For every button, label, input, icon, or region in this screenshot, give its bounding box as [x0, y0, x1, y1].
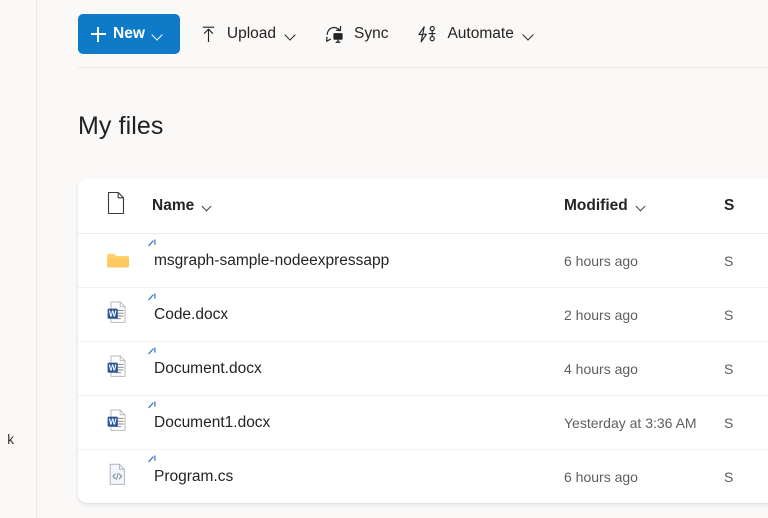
folder-icon	[106, 251, 130, 270]
file-link[interactable]: Document.docx	[148, 346, 262, 378]
file-name-text: Code.docx	[154, 305, 229, 323]
new-button-label: New	[113, 25, 145, 42]
word-document-icon: W	[106, 354, 129, 384]
file-name-text: msgraph-sample-nodeexpressapp	[154, 251, 390, 269]
code-file-icon	[106, 462, 129, 492]
table-row[interactable]: W Document.docx 4 hours ago S	[78, 342, 768, 396]
row-icon: W	[106, 300, 152, 330]
row-name-cell: Document1.docx	[148, 400, 564, 432]
chevron-down-icon	[285, 29, 296, 40]
file-name-text: Document1.docx	[154, 413, 271, 431]
svg-text:W: W	[109, 309, 117, 318]
file-link[interactable]: Program.cs	[148, 455, 234, 486]
file-name-text: Program.cs	[154, 468, 234, 485]
row-sharing-cell: S	[724, 415, 768, 431]
table-row[interactable]: Program.cs 6 hours ago S	[78, 450, 768, 503]
chevron-down-icon	[152, 29, 163, 40]
row-sharing-cell: S	[724, 469, 768, 485]
sync-icon	[324, 25, 345, 44]
word-document-icon: W	[106, 408, 129, 438]
sharing-text: S	[724, 469, 734, 485]
content-area: New Upload Sync Automate My files Name M…	[38, 0, 768, 518]
table-row[interactable]: W Code.docx 2 hours ago S	[78, 288, 768, 342]
column-header-sharing[interactable]: S	[724, 197, 768, 215]
row-modified-cell: 4 hours ago	[564, 361, 724, 377]
row-icon: W	[106, 408, 152, 438]
sync-button[interactable]: Sync	[315, 14, 397, 54]
modified-text: 6 hours ago	[564, 252, 638, 269]
column-header-modified[interactable]: Modified	[564, 197, 724, 215]
chevron-down-icon	[202, 201, 212, 211]
row-modified-cell: 6 hours ago	[564, 469, 724, 485]
row-sharing-cell: S	[724, 361, 768, 377]
sidebar-clipped-label[interactable]: k	[0, 432, 14, 447]
table-row[interactable]: W Document1.docx Yesterday at 3:36 AM S	[78, 396, 768, 450]
command-bar: New Upload Sync Automate	[38, 0, 768, 68]
file-link[interactable]: msgraph-sample-nodeexpressapp	[148, 238, 390, 270]
table-row[interactable]: msgraph-sample-nodeexpressapp 6 hours ag…	[78, 234, 768, 288]
row-name-cell: msgraph-sample-nodeexpressapp	[148, 238, 564, 270]
automate-icon	[416, 25, 438, 44]
svg-text:W: W	[109, 417, 117, 426]
row-icon: W	[106, 354, 152, 384]
row-name-cell: Program.cs	[148, 455, 564, 486]
column-header-name-label: Name	[152, 196, 195, 214]
automate-button[interactable]: Automate	[407, 14, 542, 54]
row-icon	[106, 251, 152, 270]
automate-label: Automate	[447, 25, 514, 43]
chevron-down-icon	[636, 201, 646, 211]
column-header-icon[interactable]	[106, 191, 152, 220]
row-icon	[106, 462, 152, 492]
sharing-text: S	[724, 360, 734, 377]
upload-arrow-icon	[199, 25, 218, 44]
chevron-down-icon	[523, 29, 534, 40]
command-bar-divider	[78, 67, 768, 68]
file-list-card: Name Modified S msgraph-sample-nodeexpre…	[78, 178, 768, 503]
column-header-modified-label: Modified	[564, 196, 628, 214]
row-sharing-cell: S	[724, 307, 768, 323]
upload-label: Upload	[226, 25, 276, 43]
row-sharing-cell: S	[724, 253, 768, 269]
row-name-cell: Code.docx	[148, 292, 564, 324]
svg-text:W: W	[109, 363, 117, 372]
sharing-text: S	[724, 414, 734, 431]
modified-text: 6 hours ago	[564, 469, 638, 485]
page-title: My files	[78, 112, 164, 140]
modified-text: Yesterday at 3:36 AM	[564, 414, 697, 431]
word-document-icon: W	[106, 300, 129, 330]
sharing-text: S	[724, 306, 734, 323]
file-name-text: Document.docx	[154, 359, 262, 377]
sidebar-edge: k	[0, 0, 37, 518]
upload-button[interactable]: Upload	[190, 14, 305, 54]
file-link[interactable]: Document1.docx	[148, 400, 271, 432]
file-link[interactable]: Code.docx	[148, 292, 229, 324]
modified-text: 2 hours ago	[564, 306, 638, 323]
row-name-cell: Document.docx	[148, 346, 564, 378]
new-button[interactable]: New	[78, 14, 180, 54]
row-modified-cell: 6 hours ago	[564, 253, 724, 269]
column-header-sharing-label: S	[724, 196, 735, 214]
modified-text: 4 hours ago	[564, 360, 638, 377]
plus-icon	[91, 26, 106, 42]
column-header-name[interactable]: Name	[152, 197, 564, 215]
row-modified-cell: Yesterday at 3:36 AM	[564, 415, 724, 431]
sync-label: Sync	[354, 25, 389, 43]
sharing-text: S	[724, 252, 734, 269]
document-icon	[106, 191, 126, 220]
onedrive-files-page: k New Upload Sync Automate My files Name…	[0, 0, 768, 518]
row-modified-cell: 2 hours ago	[564, 307, 724, 323]
file-list-header: Name Modified S	[78, 178, 768, 234]
